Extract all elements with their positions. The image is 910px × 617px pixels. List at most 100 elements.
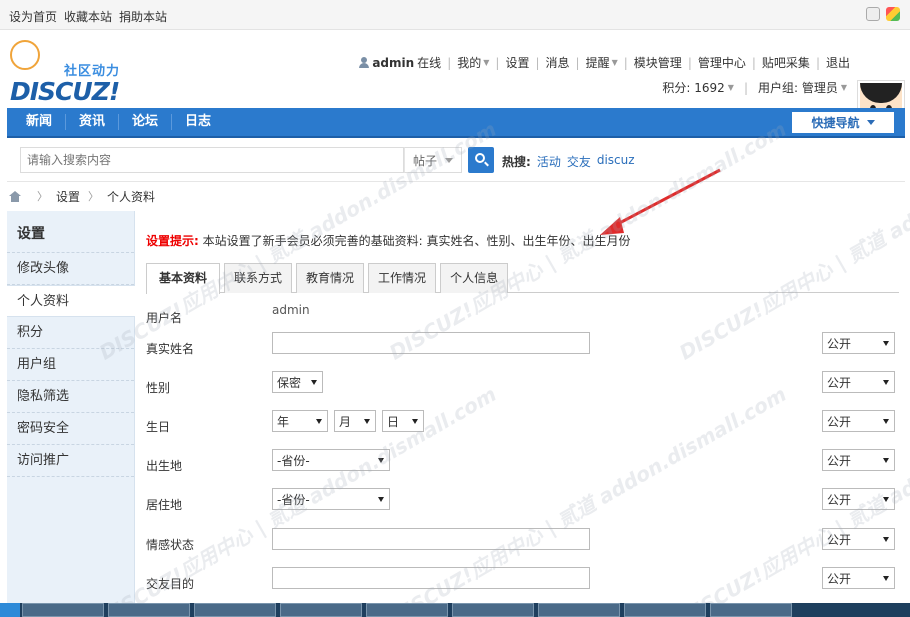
hot-search-link-discuz[interactable]: discuz bbox=[597, 153, 635, 170]
tab-personal[interactable]: 个人信息 bbox=[440, 263, 509, 293]
module-manage-link[interactable]: 模块管理 bbox=[634, 54, 682, 71]
taskbar-item[interactable] bbox=[452, 603, 534, 617]
logo-wordmark: DISCUZ! bbox=[10, 77, 120, 106]
chevron-right-icon: 〉 bbox=[88, 190, 100, 203]
realname-label: 真实姓名 bbox=[146, 342, 195, 356]
relationship-privacy-select[interactable]: 公开 bbox=[822, 528, 895, 550]
user-menu: admin 在线 | 我的 ▼ | 设置 | 消息 | 提醒 ▼ | 模块管理 | … bbox=[359, 54, 850, 71]
search-button[interactable] bbox=[468, 147, 494, 173]
hot-search-link-dating[interactable]: 交友 bbox=[567, 153, 591, 170]
birthplace-privacy-select[interactable]: 公开 bbox=[822, 449, 895, 471]
birthday-label: 生日 bbox=[146, 420, 171, 434]
notice-text: 本站设置了新手会员必须完善的基础资料: 真实姓名、性别、出生年份、出生月份 bbox=[202, 234, 631, 248]
residence-label: 居住地 bbox=[146, 498, 183, 512]
purpose-privacy-select[interactable]: 公开 bbox=[822, 567, 895, 589]
sidebar-item-points[interactable]: 积分 bbox=[7, 317, 134, 349]
birth-year-select[interactable]: 年 bbox=[272, 410, 328, 432]
my-menu[interactable]: 我的 bbox=[457, 54, 481, 71]
breadcrumb-profile[interactable]: 个人资料 bbox=[107, 188, 155, 205]
chevron-down-icon: ▼ bbox=[483, 58, 490, 67]
home-icon[interactable] bbox=[9, 190, 21, 202]
caret-down-icon bbox=[364, 419, 370, 424]
set-homepage-link[interactable]: 设为首页 bbox=[9, 8, 57, 25]
caret-down-icon bbox=[866, 120, 875, 125]
tab-basic-info[interactable]: 基本资料 bbox=[146, 263, 221, 294]
birthday-row: 生日 年 月 日 公开 bbox=[146, 410, 899, 440]
caret-down-icon bbox=[883, 576, 889, 581]
tieba-collect-link[interactable]: 贴吧采集 bbox=[762, 54, 810, 71]
profile-main: 设置提示: 本站设置了新手会员必须完善的基础资料: 真实姓名、性别、出生年份、出… bbox=[136, 211, 905, 611]
residence-row: 居住地 -省份- 公开 bbox=[146, 488, 899, 518]
donate-link[interactable]: 捐助本站 bbox=[119, 8, 167, 25]
notifications-link[interactable]: 提醒 bbox=[586, 54, 610, 71]
caret-down-icon bbox=[445, 157, 454, 163]
caret-down-icon bbox=[883, 419, 889, 424]
search-type-value: 帖子 bbox=[413, 153, 438, 168]
tab-education[interactable]: 教育情况 bbox=[296, 263, 365, 293]
taskbar-item[interactable] bbox=[624, 603, 706, 617]
sidebar-item-usergroup[interactable]: 用户组 bbox=[7, 349, 134, 381]
site-header: 社区动力 DISCUZ! admin 在线 | 我的 ▼ | 设置 | 消息 | … bbox=[0, 30, 910, 128]
realname-input[interactable] bbox=[272, 332, 590, 354]
color-palette-icon[interactable] bbox=[886, 7, 900, 21]
taskbar-item[interactable] bbox=[280, 603, 362, 617]
user-icon bbox=[359, 57, 370, 68]
residence-province-select[interactable]: -省份- bbox=[272, 488, 390, 510]
search-type-select[interactable]: 帖子 bbox=[404, 147, 462, 173]
sidebar-item-privacy[interactable]: 隐私筛选 bbox=[7, 381, 134, 413]
site-logo[interactable]: 社区动力 DISCUZ! bbox=[8, 40, 138, 106]
taskbar-item[interactable] bbox=[194, 603, 276, 617]
settings-link[interactable]: 设置 bbox=[505, 54, 529, 71]
tab-work[interactable]: 工作情况 bbox=[368, 263, 437, 293]
messages-link[interactable]: 消息 bbox=[546, 54, 570, 71]
relationship-input[interactable] bbox=[272, 528, 590, 550]
username-link[interactable]: admin bbox=[372, 56, 414, 70]
gender-privacy-select[interactable]: 公开 bbox=[822, 371, 895, 393]
quick-nav-button[interactable]: 快捷导航 bbox=[792, 112, 894, 133]
admin-center-link[interactable]: 管理中心 bbox=[698, 54, 746, 71]
nav-item-forum[interactable]: 论坛 bbox=[119, 114, 173, 130]
birthplace-province-select[interactable]: -省份- bbox=[272, 449, 390, 471]
chevron-down-icon: ▼ bbox=[611, 58, 618, 67]
sidebar-item-promotion[interactable]: 访问推广 bbox=[7, 445, 134, 477]
logout-link[interactable]: 退出 bbox=[826, 54, 850, 71]
caret-down-icon bbox=[316, 419, 322, 424]
residence-privacy-select[interactable]: 公开 bbox=[822, 488, 895, 510]
purpose-input[interactable] bbox=[272, 567, 590, 589]
taskbar-item[interactable] bbox=[538, 603, 620, 617]
start-button[interactable] bbox=[0, 603, 20, 617]
sidebar-item-avatar[interactable]: 修改头像 bbox=[7, 253, 134, 285]
birthplace-row: 出生地 -省份- 公开 bbox=[146, 449, 899, 479]
realname-privacy-select[interactable]: 公开 bbox=[822, 332, 895, 354]
tab-contact[interactable]: 联系方式 bbox=[224, 263, 293, 293]
fullscreen-icon[interactable] bbox=[866, 7, 880, 21]
chevron-down-icon: ▼ bbox=[727, 83, 734, 92]
online-status[interactable]: 在线 bbox=[417, 54, 441, 71]
search-input[interactable] bbox=[20, 147, 404, 173]
sidebar-item-password[interactable]: 密码安全 bbox=[7, 413, 134, 445]
username-row: 用户名 admin bbox=[146, 301, 899, 331]
bookmark-site-link[interactable]: 收藏本站 bbox=[64, 8, 112, 25]
birth-day-select[interactable]: 日 bbox=[382, 410, 424, 432]
nav-item-blog[interactable]: 日志 bbox=[172, 114, 224, 130]
birthday-privacy-select[interactable]: 公开 bbox=[822, 410, 895, 432]
sidebar-item-profile[interactable]: 个人资料 bbox=[7, 285, 135, 317]
top-bar: 设为首页 收藏本站 捐助本站 bbox=[0, 0, 910, 30]
settings-notice: 设置提示: 本站设置了新手会员必须完善的基础资料: 真实姓名、性别、出生年份、出… bbox=[146, 232, 631, 249]
nav-item-news[interactable]: 新闻 bbox=[13, 114, 67, 130]
settings-sidebar: 设置 修改头像 个人资料 积分 用户组 隐私筛选 密码安全 访问推广 bbox=[7, 211, 135, 611]
nav-item-info[interactable]: 资讯 bbox=[66, 114, 120, 130]
taskbar-item[interactable] bbox=[366, 603, 448, 617]
relationship-row: 情感状态 公开 bbox=[146, 528, 899, 558]
profile-tabs: 基本资料 联系方式 教育情况 工作情况 个人信息 bbox=[146, 263, 899, 294]
user-group-link[interactable]: 用户组: 管理员 bbox=[758, 79, 838, 96]
gender-select[interactable]: 保密 bbox=[272, 371, 323, 393]
points-link[interactable]: 积分: 1692 bbox=[662, 79, 724, 96]
taskbar-item[interactable] bbox=[108, 603, 190, 617]
breadcrumb-settings[interactable]: 设置 bbox=[56, 188, 80, 205]
birth-month-select[interactable]: 月 bbox=[334, 410, 376, 432]
username-label: 用户名 bbox=[146, 311, 183, 325]
taskbar-item[interactable] bbox=[22, 603, 104, 617]
hot-search-link-activity[interactable]: 活动 bbox=[537, 153, 561, 170]
taskbar-item[interactable] bbox=[710, 603, 792, 617]
